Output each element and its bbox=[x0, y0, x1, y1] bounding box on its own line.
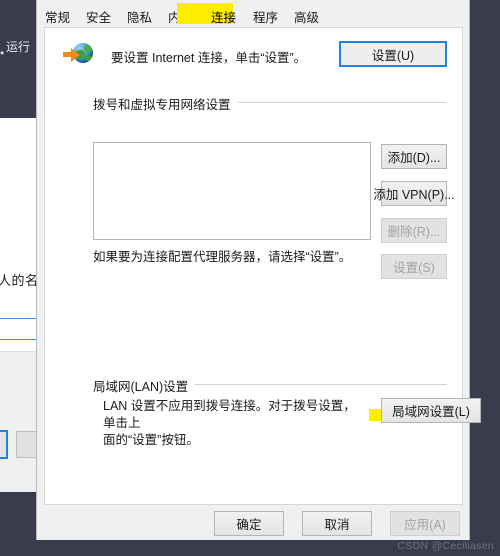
settings-button: 设置(S) bbox=[381, 254, 447, 279]
apply-button-label: 应用(A) bbox=[404, 518, 446, 532]
background-divider-bottom bbox=[0, 339, 37, 340]
background-window-footer bbox=[0, 351, 37, 492]
add-vpn-button-label: 添加 VPN(P)... bbox=[373, 188, 455, 202]
globe-with-arrow-icon bbox=[63, 41, 93, 69]
add-vpn-button[interactable]: 添加 VPN(P)... bbox=[373, 181, 455, 206]
background-window-content: 人的名 。 bbox=[0, 118, 39, 492]
background-primary-button[interactable] bbox=[0, 430, 8, 459]
dialup-group-label: 拨号和虚拟专用网络设置 bbox=[93, 94, 238, 113]
tab-privacy[interactable]: 隐私 bbox=[125, 4, 154, 29]
connections-listbox[interactable] bbox=[93, 142, 371, 240]
globe-landmass-bottom bbox=[85, 55, 92, 61]
lan-group-label: 局域网(LAN)设置 bbox=[93, 376, 196, 395]
lan-settings-button-label: 局域网设置(L) bbox=[392, 405, 470, 419]
connections-tab-panel: 要设置 Internet 连接，单击“设置”。 设置(U) 拨号和虚拟专用网络设… bbox=[44, 27, 481, 505]
lan-settings-button[interactable]: 局域网设置(L) bbox=[381, 398, 481, 423]
remove-button: 删除(R)... bbox=[381, 218, 447, 243]
arrow-icon-head bbox=[71, 48, 80, 62]
settings-button-label: 设置(S) bbox=[393, 261, 435, 275]
apply-button: 应用(A) bbox=[390, 511, 460, 536]
lan-note-text: LAN 设置不应用到拨号连接。对于拨号设置，单击上 面的“设置”按钮。 bbox=[103, 398, 363, 449]
setup-button[interactable]: 设置(U) bbox=[339, 41, 447, 67]
background-text-fragment-2: 。 bbox=[0, 288, 7, 304]
globe-landmass-top bbox=[84, 45, 92, 52]
watermark-text: CSDN @Ceciliasen bbox=[397, 540, 494, 552]
background-titlebar-dot: • bbox=[0, 46, 5, 60]
background-divider-top bbox=[0, 318, 37, 319]
add-button[interactable]: 添加(D)... bbox=[381, 144, 447, 169]
screen-root: • 运行 人的名 。 常规 安全 隐私 内容 连接 程序 高级 bbox=[0, 0, 500, 556]
add-button-label: 添加(D)... bbox=[387, 151, 441, 165]
tab-general[interactable]: 常规 bbox=[43, 4, 72, 29]
dialog-footer: 确定 取消 应用(A) bbox=[37, 505, 469, 540]
ok-button-label: 确定 bbox=[236, 518, 262, 532]
cancel-button[interactable]: 取消 bbox=[302, 511, 372, 536]
globe-icon-wrapper bbox=[63, 41, 93, 69]
tab-connections[interactable]: 连接 bbox=[209, 4, 500, 29]
intro-instruction-text: 要设置 Internet 连接，单击“设置”。 bbox=[111, 51, 307, 65]
tab-security[interactable]: 安全 bbox=[84, 4, 113, 29]
lan-note-line-1: LAN 设置不应用到拨号连接。对于拨号设置，单击上 bbox=[103, 399, 356, 430]
proxy-note-text: 如果要为连接配置代理服务器，请选择“设置”。 bbox=[93, 250, 352, 264]
remove-button-label: 删除(R)... bbox=[387, 225, 441, 239]
background-titlebar-text: 运行 bbox=[6, 40, 31, 54]
lan-note-line-2: 面的“设置”按钮。 bbox=[103, 433, 199, 447]
ok-button[interactable]: 确定 bbox=[214, 511, 284, 536]
cancel-button-label: 取消 bbox=[324, 518, 350, 532]
internet-options-dialog: 常规 安全 隐私 内容 连接 程序 高级 bbox=[36, 0, 481, 540]
setup-button-label: 设置(U) bbox=[371, 48, 415, 63]
background-text-fragment-1: 人的名 bbox=[0, 273, 39, 288]
background-secondary-button[interactable] bbox=[16, 431, 37, 458]
tab-strip: 常规 安全 隐私 内容 连接 程序 高级 bbox=[37, 0, 469, 27]
